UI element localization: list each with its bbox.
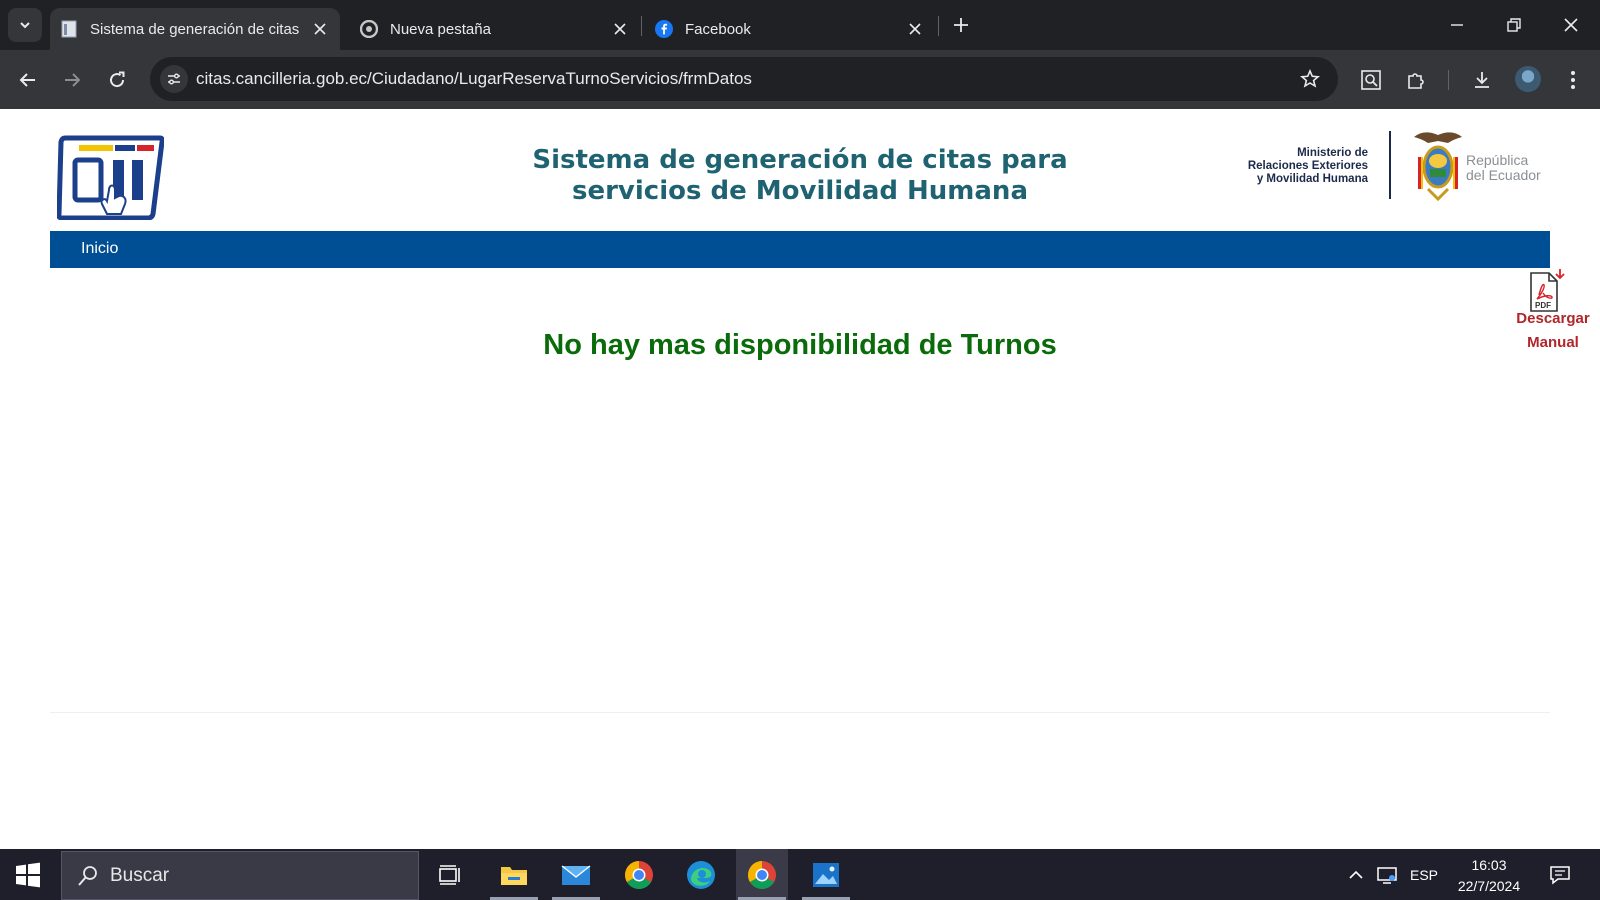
menu-button[interactable] [1559,66,1587,94]
toolbar-divider [1448,70,1449,90]
tab-nueva-pestana[interactable]: Nueva pestaña [350,8,640,50]
url-text: citas.cancilleria.gob.ec/Ciudadano/Lugar… [196,69,752,88]
tab-title: Facebook [685,20,751,38]
tab-separator [641,16,642,36]
ecuador-coat-of-arms-icon [1410,127,1466,202]
forward-button[interactable] [58,66,86,94]
reload-icon [110,71,125,88]
taskbar-search-box[interactable]: Buscar [61,851,419,900]
lens-button[interactable] [1357,66,1385,94]
tab-search-button[interactable] [8,8,42,42]
restore-icon [1507,18,1521,32]
chevron-up-icon [1349,870,1363,879]
notifications-button[interactable] [1545,849,1575,900]
language-indicator[interactable]: ESP [1406,849,1442,900]
ministry-line3: y Movilidad Humana [1256,173,1368,185]
footer-divider [50,712,1550,713]
search-placeholder: Buscar [110,865,170,886]
minimize-icon [1451,24,1463,26]
windows-taskbar: Buscar ESP 16:03 22/7/2024 [0,849,1600,900]
site-info-icon[interactable] [160,65,188,93]
edge-icon [687,860,715,889]
address-bar[interactable]: citas.cancilleria.gob.ec/Ciudadano/Lugar… [150,57,1338,101]
main-navbar: Inicio [50,231,1550,268]
network-button[interactable] [1372,849,1402,900]
facebook-icon [655,20,673,38]
clock-date: 22/7/2024 [1457,878,1521,894]
arrow-left-icon [19,73,35,87]
republic-line1: República [1466,152,1529,168]
close-icon [1564,18,1578,32]
arrow-right-icon [65,73,81,87]
page-content: Sistema de generación de citas para serv… [0,109,1600,849]
downloads-button[interactable] [1468,66,1496,94]
windows-start-button[interactable] [14,861,42,889]
close-tab-icon[interactable] [905,19,925,39]
ministry-line1: Ministerio de [1297,147,1368,159]
browser-toolbar: citas.cancilleria.gob.ec/Ciudadano/Lugar… [0,50,1600,109]
bookmark-star-button[interactable] [1298,67,1322,91]
chrome-active-button[interactable] [736,849,788,900]
edge-button[interactable] [675,849,727,900]
tab-title: Sistema de generación de citas [90,20,300,38]
chrome-icon [625,860,653,889]
new-tab-button[interactable] [950,14,972,36]
page-icon [60,20,78,38]
plus-icon [954,18,968,32]
nav-inicio-link[interactable]: Inicio [81,240,118,258]
chrome-icon [360,20,378,38]
availability-message: No hay mas disponibilidad de Turnos [543,329,1057,361]
folder-icon [501,866,527,885]
task-view-icon [439,864,460,885]
chevron-down-icon [20,22,30,29]
tab-separator [938,16,939,36]
republic-line2: del Ecuador [1466,167,1541,183]
extensions-button[interactable] [1402,66,1430,94]
close-tab-icon[interactable] [610,19,630,39]
logo-divider [1389,131,1391,199]
site-title-line1: Sistema de generación de citas para [532,145,1068,175]
mail-button[interactable] [550,849,602,900]
site-title-line2: servicios de Movilidad Humana [571,176,1028,206]
close-window-button[interactable] [1556,10,1586,40]
close-tab-icon[interactable] [310,19,330,39]
clock-time: 16:03 [1471,857,1507,873]
show-hidden-icons-button[interactable] [1344,849,1368,900]
back-button[interactable] [14,66,42,94]
lens-icon [1361,70,1381,90]
mail-icon [561,864,591,885]
chrome-icon [748,860,776,889]
profile-avatar[interactable] [1515,66,1541,92]
puzzle-icon [1408,73,1424,89]
tab-facebook[interactable]: Facebook [645,8,935,50]
notification-icon [1550,865,1570,885]
photos-button[interactable] [800,849,852,900]
file-explorer-button[interactable] [488,849,540,900]
reload-button[interactable] [103,66,131,94]
download-icon [1475,72,1489,88]
citas-logo[interactable] [56,134,165,221]
tab-sistema-citas[interactable]: Sistema de generación de citas [50,8,340,50]
network-icon [1377,866,1397,884]
chrome-taskbar-button[interactable] [613,849,665,900]
republica-del-ecuador: República del Ecuador [1466,153,1541,183]
ministry-name: Ministerio de Relaciones Exteriores y Mo… [1225,147,1368,186]
restore-button[interactable] [1499,10,1529,40]
photos-icon [813,862,839,887]
site-title: Sistema de generación de citas para serv… [460,145,1140,207]
kebab-menu-icon [1571,71,1575,89]
manual-line1: Descargar [1516,310,1590,327]
minimize-button[interactable] [1442,10,1472,40]
taskbar-clock[interactable]: 16:03 22/7/2024 [1448,855,1530,897]
ministry-line2: Relaciones Exteriores [1247,160,1368,172]
windows-logo-icon [16,862,40,888]
browser-tab-bar: Sistema de generación de citas Nueva pes… [0,0,1600,50]
tab-title: Nueva pestaña [390,20,491,38]
search-icon [78,866,97,886]
star-icon [1300,69,1320,88]
task-view-button[interactable] [424,849,476,900]
